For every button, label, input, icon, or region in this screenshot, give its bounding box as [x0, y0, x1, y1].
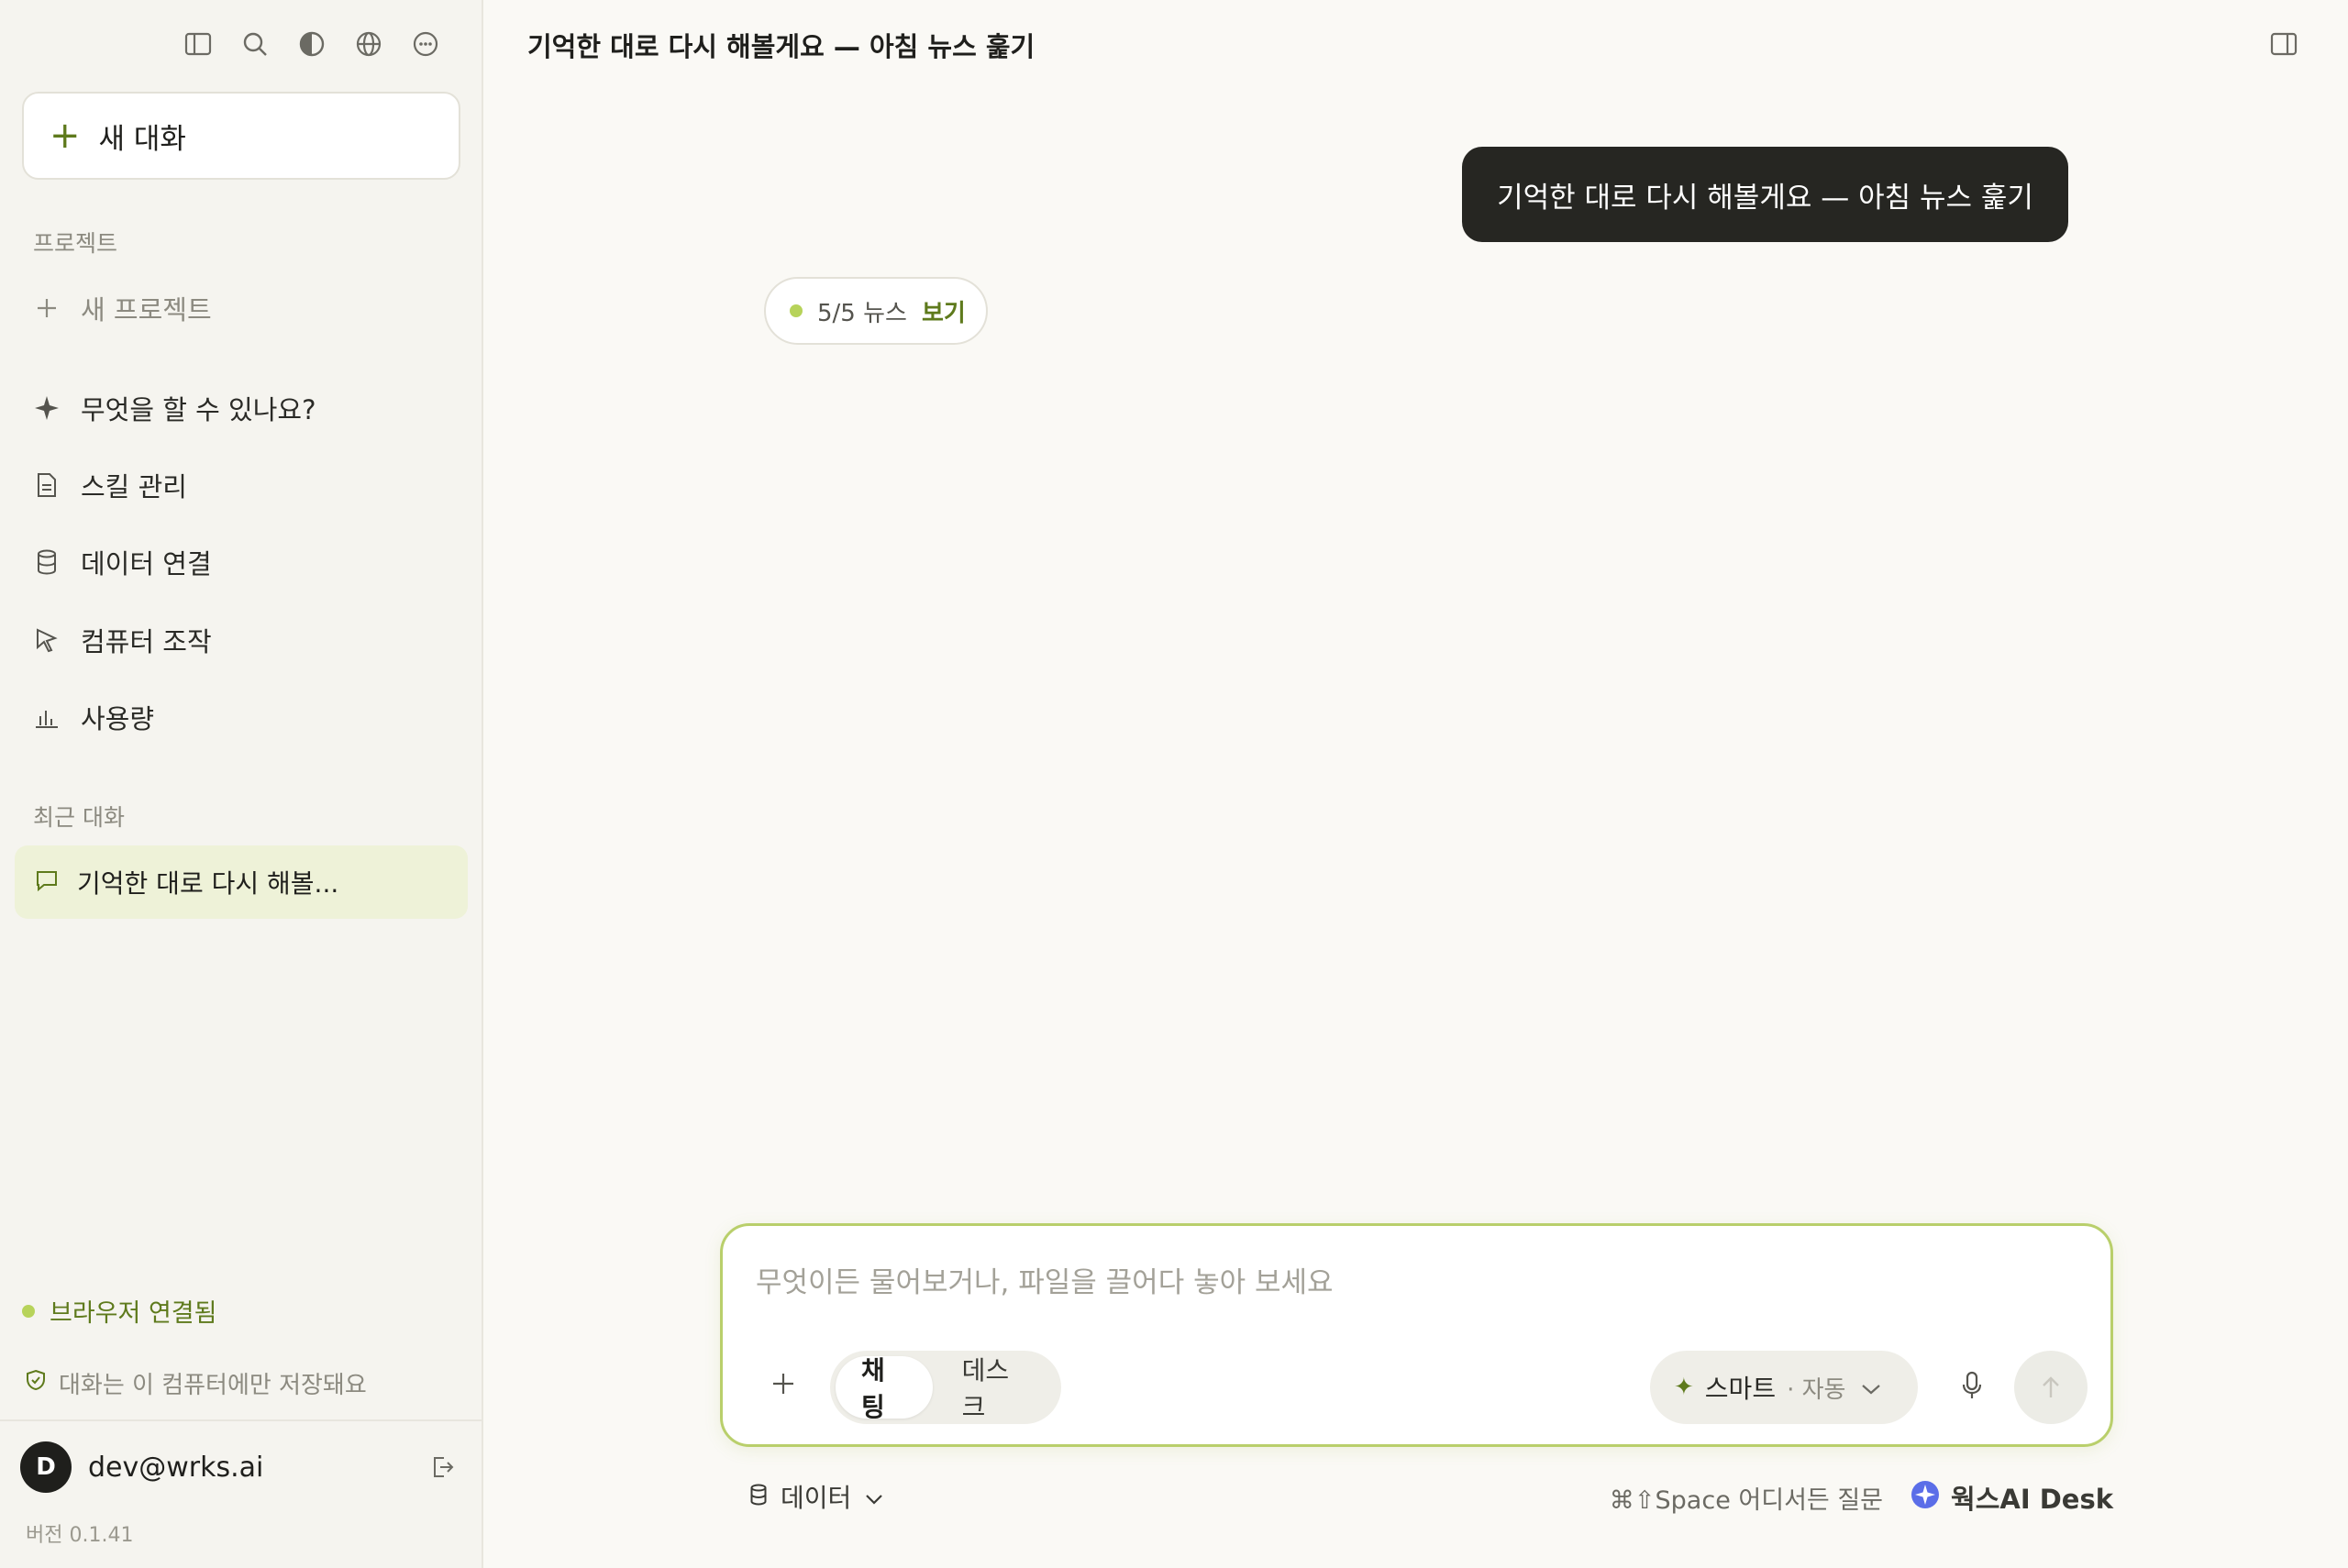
logout-icon[interactable] [424, 1449, 460, 1485]
right-panel-toggle-icon[interactable] [2265, 26, 2302, 62]
mode-toggle: 채팅 데스크 [830, 1351, 1061, 1424]
database-icon [749, 1482, 768, 1512]
message-input[interactable] [756, 1266, 2040, 1299]
user-account: D dev@wrks.ai [20, 1440, 460, 1495]
sidebar-item-skills[interactable]: 스킬 관리 [33, 462, 187, 508]
news-result-chip[interactable]: 5/5 뉴스 보기 [764, 277, 988, 345]
sidebar-item-usage[interactable]: 사용량 [33, 694, 154, 740]
sidebar-item-capabilities[interactable]: 무엇을 할 수 있나요? [33, 385, 316, 431]
data-source-dropdown[interactable]: 데이터 [749, 1478, 884, 1515]
browser-status: 브라우저 연결됨 [22, 1293, 216, 1329]
status-dot [22, 1304, 35, 1318]
sidebar: + 새 대화 프로젝트 새 프로젝트 무엇을 할 수 있나요? 스킬 관리 데이… [0, 0, 483, 1568]
database-icon [33, 548, 61, 576]
brand-logo: 웍스AI Desk [1911, 1478, 2113, 1517]
page-title: 기억한 대로 다시 해볼게요 — 아침 뉴스 훑기 [527, 31, 1036, 62]
theme-contrast-icon[interactable] [294, 26, 330, 62]
sidebar-item-label: 무엇을 할 수 있나요? [81, 394, 316, 425]
new-chat-button[interactable]: + 새 대화 [22, 92, 460, 180]
user-message-bubble: 기억한 대로 다시 해볼게요 — 아침 뉴스 훑기 [1462, 147, 2068, 242]
mode-chat-tab[interactable]: 채팅 [836, 1355, 933, 1422]
app-version: 버전 0.1.41 [26, 1524, 134, 1547]
chevron-down-icon [1860, 1373, 1882, 1403]
sidebar-item-computer[interactable]: 컴퓨터 조작 [33, 617, 212, 663]
globe-icon[interactable] [350, 26, 387, 62]
sidebar-item-data[interactable]: 데이터 연결 [33, 539, 212, 585]
shortcut-hint: ⌘⇧Space 어디서든 질문 [1609, 1485, 1884, 1515]
attach-button[interactable] [759, 1360, 807, 1408]
sidebar-item-label: 컴퓨터 조작 [81, 626, 212, 657]
view-link[interactable]: 보기 [922, 294, 966, 328]
recent-chat-label: 기억한 대로 다시 해볼... [77, 868, 339, 899]
privacy-note: 대화는 이 컴퓨터에만 저장돼요 [26, 1366, 367, 1400]
send-button[interactable] [2014, 1351, 2088, 1424]
sidebar-toolbar [180, 26, 444, 62]
news-count: 5/5 뉴스 [817, 299, 907, 327]
sidebar-item-label: 스킬 관리 [81, 471, 187, 502]
sidebar-divider [0, 1419, 483, 1421]
bar-chart-icon [33, 703, 61, 731]
model-name: 스마트 [1704, 1374, 1777, 1404]
recent-chat-item[interactable]: 기억한 대로 다시 해볼... [15, 845, 468, 919]
chevron-down-icon [864, 1482, 884, 1512]
user-email: dev@wrks.ai [88, 1451, 264, 1484]
sparkle-icon [33, 394, 61, 422]
composer: 채팅 데스크 ✦ 스마트 · 자동 [720, 1223, 2113, 1447]
search-icon[interactable] [237, 26, 273, 62]
model-mode: · 자동 [1787, 1375, 1846, 1404]
status-dot [790, 304, 803, 317]
sparkle-icon: ✦ [1674, 1374, 1694, 1401]
recent-section-label: 최근 대화 [33, 804, 125, 831]
sidebar-toggle-icon[interactable] [180, 26, 216, 62]
browser-status-text: 브라우저 연결됨 [50, 1299, 217, 1328]
avatar[interactable]: D [20, 1441, 72, 1493]
data-source-label: 데이터 [781, 1483, 852, 1513]
microphone-icon[interactable] [1946, 1360, 1998, 1411]
privacy-note-text: 대화는 이 컴퓨터에만 저장돼요 [59, 1372, 367, 1399]
footer-info: ⌘⇧Space 어디서든 질문 웍스AI Desk [1610, 1478, 2113, 1517]
brand-name: 웍스AI Desk [1951, 1484, 2113, 1515]
mode-desk-tab[interactable]: 데스크 [936, 1355, 1056, 1422]
chat-bubble-icon [35, 867, 59, 898]
document-icon [33, 471, 61, 499]
new-project-button[interactable]: 새 프로젝트 [33, 285, 212, 331]
new-chat-label: 새 대화 [98, 122, 186, 156]
plus-icon [33, 294, 61, 322]
model-selector[interactable]: ✦ 스마트 · 자동 [1650, 1351, 1918, 1424]
projects-section-label: 프로젝트 [33, 230, 118, 257]
brand-star-icon [1911, 1480, 1940, 1516]
shield-icon [26, 1369, 46, 1397]
main-area: 기억한 대로 다시 해볼게요 — 아침 뉴스 훑기 기억한 대로 다시 해볼게요… [485, 0, 2348, 1568]
plus-icon: + [50, 115, 81, 157]
more-icon[interactable] [407, 26, 444, 62]
sidebar-item-label: 사용량 [81, 703, 155, 734]
sidebar-item-label: 데이터 연결 [81, 548, 212, 580]
new-project-label: 새 프로젝트 [81, 294, 212, 326]
cursor-icon [33, 626, 61, 654]
